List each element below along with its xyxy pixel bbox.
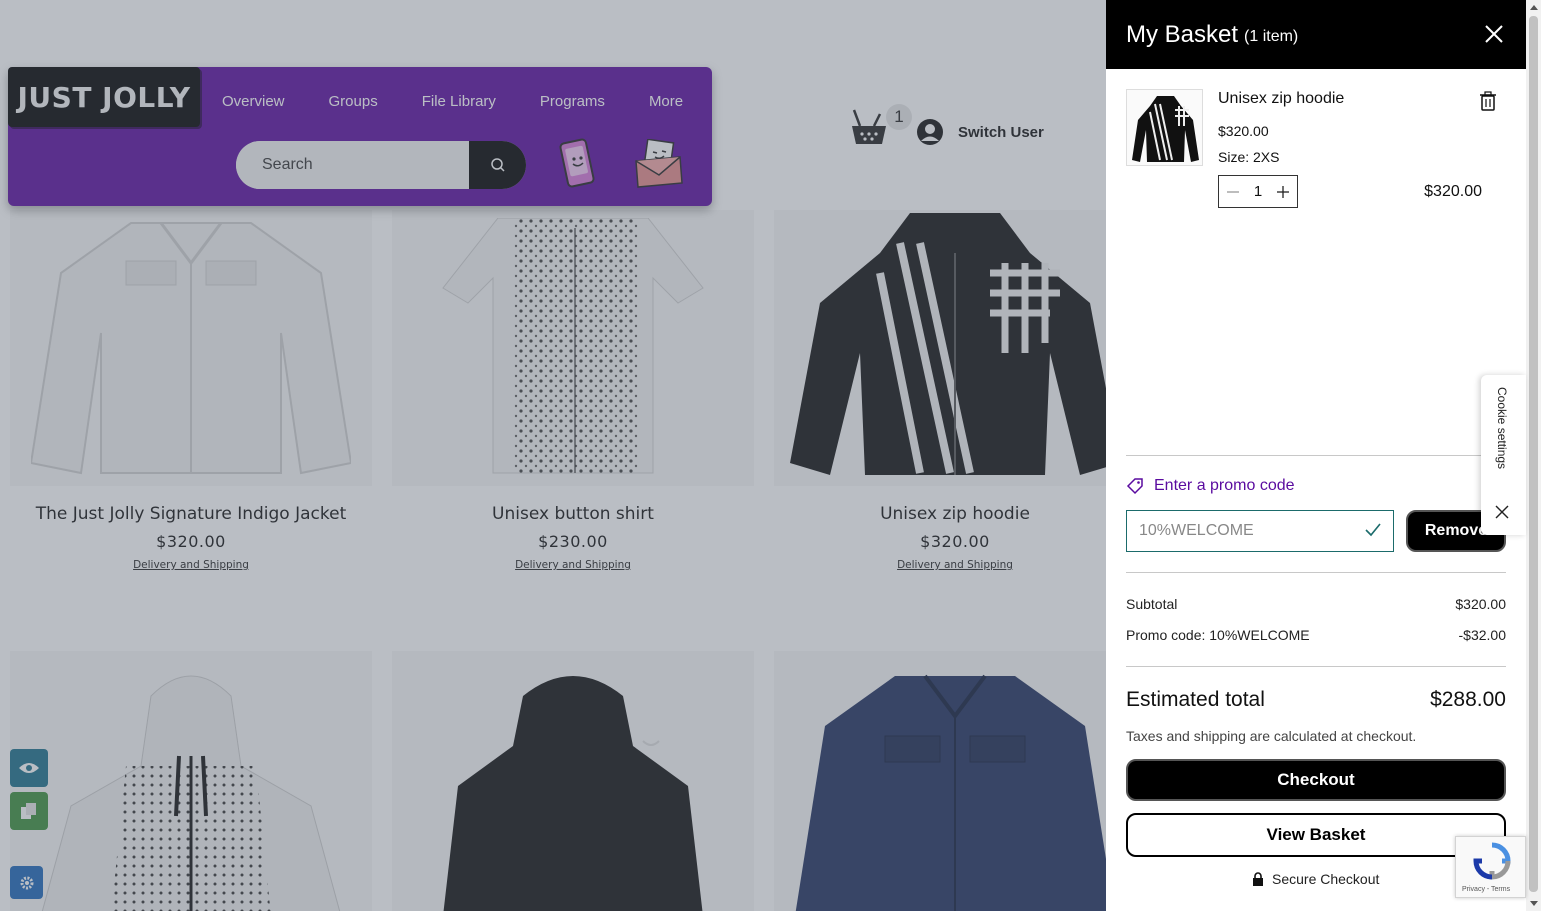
tax-note: Taxes and shipping are calculated at che… — [1126, 728, 1417, 744]
recaptcha-links[interactable]: Privacy - Terms — [1462, 886, 1510, 893]
quantity-stepper: 1 — [1218, 175, 1298, 208]
recaptcha-badge[interactable]: Privacy - Terms — [1455, 836, 1526, 898]
promo-code-link[interactable]: Enter a promo code — [1126, 477, 1295, 495]
basket-line-item: Unisex zip hoodie $320.00 Size: 2XS 1 $3… — [1126, 89, 1506, 219]
subtotal-label: Subtotal — [1126, 596, 1178, 612]
cookie-settings-tab: Cookie settings — [1481, 375, 1526, 535]
promo-discount-value: -$32.00 — [1458, 627, 1506, 643]
increase-quantity-button[interactable] — [1275, 184, 1291, 200]
estimated-total-label: Estimated total — [1126, 688, 1265, 711]
decrease-quantity-button[interactable] — [1225, 184, 1241, 200]
zip-hoodie-thumbnail — [1132, 96, 1199, 162]
scroll-thumb[interactable] — [1529, 16, 1538, 892]
lock-icon — [1253, 871, 1263, 886]
plus-icon — [1277, 185, 1289, 198]
modal-overlay[interactable] — [0, 0, 1106, 911]
view-basket-button[interactable]: View Basket — [1126, 813, 1506, 857]
basket-title: My Basket — [1126, 20, 1239, 48]
close-icon — [1485, 25, 1503, 43]
basket-header: My Basket (1 item) — [1106, 0, 1526, 69]
subtotal-value: $320.00 — [1455, 596, 1506, 612]
estimated-total-value: $288.00 — [1430, 688, 1506, 711]
subtotal-row: Subtotal $320.00 — [1126, 596, 1506, 612]
divider — [1126, 666, 1506, 667]
secure-checkout-label: Secure Checkout — [1272, 871, 1380, 887]
trash-icon — [1480, 91, 1496, 111]
estimated-total-row: Estimated total $288.00 — [1126, 688, 1506, 712]
item-size: Size: 2XS — [1218, 149, 1280, 165]
close-cookie-button[interactable] — [1495, 505, 1509, 524]
scrollbar[interactable] — [1526, 0, 1541, 911]
recaptcha-icon — [1473, 842, 1511, 880]
item-name[interactable]: Unisex zip hoodie — [1218, 90, 1344, 108]
promo-code-link-label: Enter a promo code — [1154, 477, 1295, 494]
remove-item-button[interactable] — [1480, 91, 1496, 116]
item-line-total: $320.00 — [1424, 183, 1482, 200]
quantity-value[interactable]: 1 — [1254, 183, 1262, 200]
close-basket-button[interactable] — [1484, 24, 1504, 49]
item-thumbnail[interactable] — [1126, 89, 1203, 166]
promo-discount-label: Promo code: 10%WELCOME — [1126, 627, 1310, 643]
item-unit-price: $320.00 — [1218, 123, 1269, 139]
check-icon — [1365, 523, 1381, 542]
checkout-button[interactable]: Checkout — [1126, 759, 1506, 801]
promo-code-input[interactable] — [1139, 522, 1359, 540]
basket-panel: My Basket (1 item) Unisex zip hoodie $32… — [1106, 0, 1526, 911]
close-icon — [1495, 505, 1509, 519]
divider — [1126, 572, 1506, 573]
promo-discount-row: Promo code: 10%WELCOME -$32.00 — [1126, 627, 1506, 643]
divider — [1126, 455, 1506, 456]
basket-item-count: (1 item) — [1244, 28, 1299, 45]
scroll-down-arrow-icon[interactable] — [1530, 901, 1538, 906]
tag-icon — [1126, 478, 1143, 495]
cookie-settings-button[interactable]: Cookie settings — [1495, 387, 1509, 469]
promo-code-field — [1126, 510, 1394, 552]
scroll-up-arrow-icon[interactable] — [1530, 5, 1538, 10]
secure-checkout-note: Secure Checkout — [1252, 871, 1379, 887]
minus-icon — [1227, 190, 1239, 193]
